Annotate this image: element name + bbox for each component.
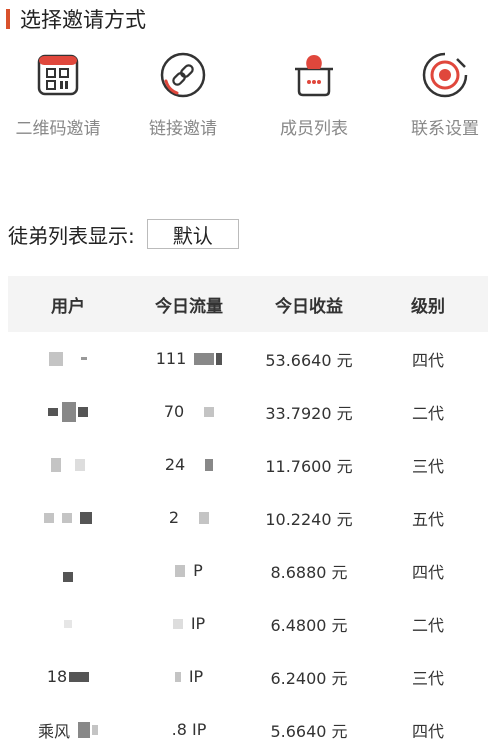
earnings-cell: 5.6640 元 xyxy=(270,721,348,741)
level-cell: 二代 xyxy=(411,403,444,423)
user-cell xyxy=(8,332,128,385)
table-header: 用户 今日流量 今日收益 级别 xyxy=(8,276,488,332)
accent-bar xyxy=(6,9,10,29)
earnings-cell: 6.4800 元 xyxy=(270,615,348,635)
traffic-cell: P xyxy=(128,544,250,597)
column-header-traffic: 今日流量 xyxy=(155,296,223,317)
contact-settings-icon xyxy=(420,50,470,100)
user-cell xyxy=(8,438,128,491)
member-list-icon xyxy=(289,50,339,100)
table-row[interactable]: 70 33.7920 元 二代 xyxy=(8,385,488,438)
level-cell: 四代 xyxy=(411,350,444,370)
traffic-value: 24 xyxy=(164,455,186,474)
blurred-username xyxy=(78,721,90,738)
traffic-value: 2 xyxy=(168,508,180,527)
level-cell: 五代 xyxy=(411,509,444,529)
qr-invite-button[interactable]: 二维码邀请 xyxy=(0,50,118,150)
blurred-username xyxy=(51,457,61,472)
table-row[interactable]: 18 IP 6.2400 元 三代 xyxy=(8,650,488,703)
blurred-traffic xyxy=(216,352,223,365)
blurred-username xyxy=(44,512,54,523)
table-row[interactable]: 乘风 .8 IP 5.6640 元 四代 xyxy=(8,703,488,747)
traffic-value: P xyxy=(193,561,203,580)
level-cell: 四代 xyxy=(411,721,444,741)
level-cell: 四代 xyxy=(411,562,444,582)
blurred-username xyxy=(92,724,98,735)
traffic-value: IP xyxy=(190,614,206,633)
earnings-cell: 6.2400 元 xyxy=(270,668,348,688)
blurred-traffic xyxy=(194,352,215,365)
blurred-username xyxy=(49,351,63,366)
blurred-traffic xyxy=(199,511,210,524)
section-header: 选择邀请方式 xyxy=(0,4,146,34)
method-label: 链接邀请 xyxy=(149,119,217,139)
traffic-cell: 24 xyxy=(128,438,250,491)
blurred-traffic xyxy=(205,458,214,471)
table-row[interactable]: P 8.6880 元 四代 xyxy=(8,544,488,597)
user-cell: 18 xyxy=(8,650,128,703)
blurred-traffic xyxy=(172,618,183,629)
contact-settings-button[interactable]: 联系设置 xyxy=(385,50,497,150)
user-cell xyxy=(8,385,128,438)
level-cell: 二代 xyxy=(411,615,444,635)
blurred-username xyxy=(63,571,73,582)
column-header-earnings: 今日收益 xyxy=(275,296,343,317)
blurred-traffic xyxy=(174,671,181,682)
invite-methods: 二维码邀请 链接邀请 成员列表 联系设置 xyxy=(0,50,497,150)
table-row[interactable]: IP 6.4800 元 二代 xyxy=(8,597,488,650)
traffic-cell: 70 xyxy=(128,385,250,438)
username-fragment: 乘风 xyxy=(37,721,70,741)
blurred-username xyxy=(64,619,72,628)
blurred-username xyxy=(62,512,72,523)
blurred-username xyxy=(75,458,85,471)
earnings-cell: 11.7600 元 xyxy=(265,456,353,476)
traffic-value: 111 xyxy=(155,349,187,368)
blurred-username xyxy=(78,406,88,417)
user-cell xyxy=(8,491,128,544)
earnings-cell: 53.6640 元 xyxy=(265,350,353,370)
method-label: 二维码邀请 xyxy=(15,119,101,139)
table-row[interactable]: 111 53.6640 元 四代 xyxy=(8,332,488,385)
section-title: 选择邀请方式 xyxy=(20,8,146,32)
level-cell: 三代 xyxy=(411,668,444,688)
blurred-username xyxy=(48,407,58,416)
sort-label: 徒弟列表显示: xyxy=(8,223,135,248)
link-icon xyxy=(158,50,208,100)
method-label: 成员列表 xyxy=(280,119,348,139)
traffic-cell: 2 xyxy=(128,491,250,544)
column-header-user: 用户 xyxy=(51,296,85,317)
table-row[interactable]: 24 11.7600 元 三代 xyxy=(8,438,488,491)
blurred-username xyxy=(69,671,90,682)
user-cell xyxy=(8,597,128,650)
earnings-cell: 8.6880 元 xyxy=(270,562,348,582)
method-label: 联系设置 xyxy=(411,119,479,139)
column-header-level: 级别 xyxy=(411,296,445,317)
traffic-cell: IP xyxy=(128,650,250,703)
disciple-table: 用户 今日流量 今日收益 级别 111 53.6640 元 四代 70 33.7… xyxy=(8,276,488,747)
sort-control: 徒弟列表显示: 默认 xyxy=(8,218,239,250)
link-invite-button[interactable]: 链接邀请 xyxy=(123,50,243,150)
traffic-cell: IP xyxy=(128,597,250,650)
qr-code-icon xyxy=(33,50,83,100)
traffic-cell: .8 IP xyxy=(128,703,250,747)
member-list-button[interactable]: 成员列表 xyxy=(254,50,374,150)
earnings-cell: 33.7920 元 xyxy=(265,403,353,423)
traffic-value: .8 IP xyxy=(171,720,207,739)
earnings-cell: 10.2240 元 xyxy=(265,509,353,529)
traffic-value: 70 xyxy=(163,402,185,421)
invite-page: 选择邀请方式 二维码邀请 链接邀请 成员列表 联系设置 徒弟列表显示: 默认 用… xyxy=(0,0,497,747)
blurred-username xyxy=(62,401,76,422)
level-cell: 三代 xyxy=(411,456,444,476)
traffic-value: IP xyxy=(188,667,204,686)
blurred-traffic xyxy=(204,406,215,417)
blurred-username xyxy=(80,511,92,524)
traffic-cell: 111 xyxy=(128,332,250,385)
sort-select[interactable]: 默认 xyxy=(146,219,239,249)
table-row[interactable]: 2 10.2240 元 五代 xyxy=(8,491,488,544)
user-cell xyxy=(8,544,128,597)
user-cell: 乘风 xyxy=(8,703,128,747)
blurred-username xyxy=(81,357,87,360)
blurred-traffic xyxy=(175,564,186,577)
username-fragment: 18 xyxy=(46,667,68,686)
